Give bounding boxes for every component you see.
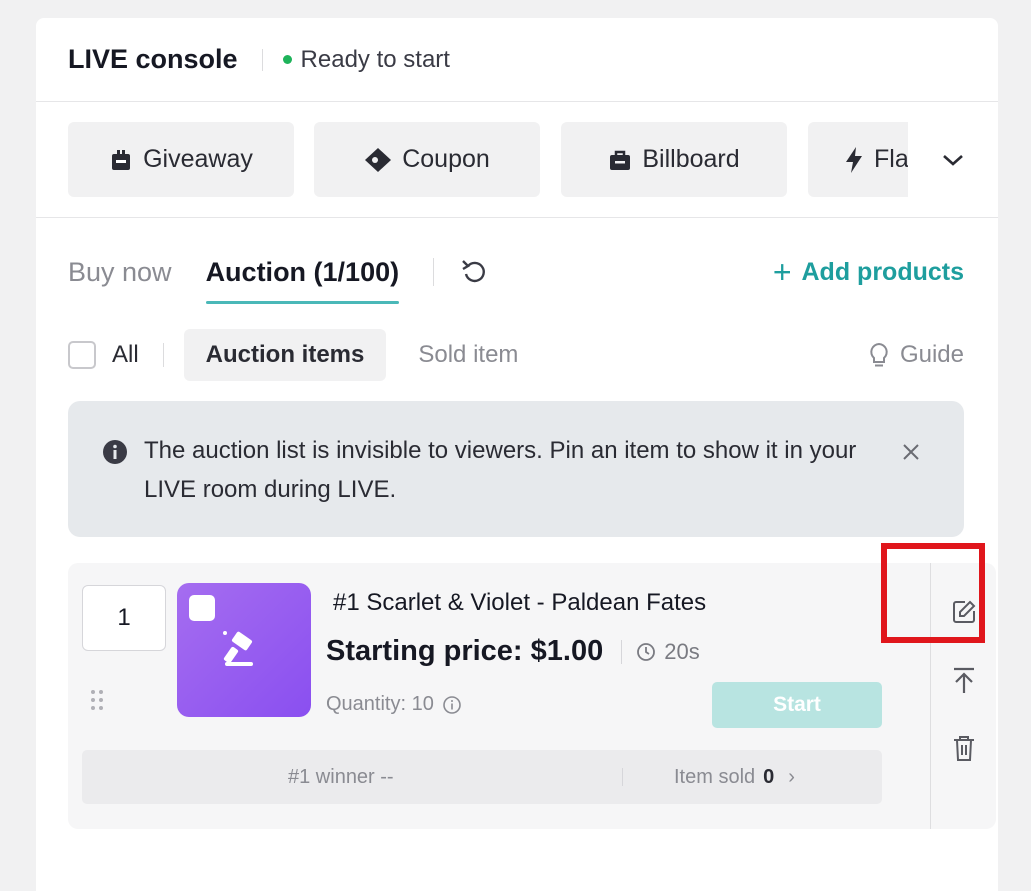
tab-divider — [433, 258, 435, 286]
pin-to-top-button[interactable] — [947, 663, 981, 697]
chevron-down-icon — [943, 154, 963, 166]
filter-divider — [162, 343, 164, 367]
start-auction-button[interactable]: Start — [712, 682, 882, 728]
product-tabs: Buy now Auction (1/100) + Add products — [68, 244, 964, 304]
starting-price: Starting price: $1.00 — [326, 635, 604, 667]
auction-visibility-notice: The auction list is invisible to viewers… — [68, 401, 964, 537]
tab-auction[interactable]: Auction (1/100) — [205, 257, 399, 304]
giveaway-label: Giveaway — [143, 145, 253, 173]
guide-link[interactable]: Guide — [868, 341, 964, 369]
auction-timer: 20s — [636, 638, 700, 665]
price-line: Starting price: $1.00 20s — [326, 635, 700, 668]
lightbulb-icon — [870, 342, 888, 367]
auction-item-card: 1 #1 Scarlet & Violet - Paldean Fates St… — [68, 563, 996, 829]
delete-item-button[interactable] — [947, 731, 981, 765]
item-actions — [930, 563, 996, 829]
tool-bar: Giveaway Coupon Billboard Fla — [36, 102, 998, 218]
price-divider — [621, 639, 623, 664]
coupon-ticket-icon — [365, 147, 392, 172]
filter-sold-item[interactable]: Sold item — [396, 329, 540, 381]
chevron-right-icon: › — [788, 765, 795, 788]
product-title: #1 Scarlet & Violet - Paldean Fates — [333, 589, 707, 616]
billboard-bag-icon — [610, 150, 631, 170]
pin-top-icon — [954, 667, 974, 693]
coupon-label: Coupon — [402, 145, 490, 173]
info-icon — [103, 440, 127, 464]
header-divider — [261, 48, 263, 71]
info-outline-icon[interactable] — [442, 695, 462, 715]
expand-tools-button[interactable] — [908, 102, 998, 217]
status-dot — [282, 55, 292, 64]
console-title: LIVE console — [68, 44, 238, 74]
drag-handle-icon[interactable] — [90, 689, 104, 716]
edit-item-button[interactable] — [947, 595, 981, 629]
item-order-input[interactable]: 1 — [82, 585, 166, 651]
footer-divider — [622, 768, 623, 786]
item-select-checkbox[interactable] — [189, 595, 215, 621]
quantity-text: Quantity: 10 — [326, 693, 434, 715]
status-text: Ready to start — [300, 45, 450, 73]
filter-auction-items[interactable]: Auction items — [183, 329, 387, 381]
plus-icon: + — [772, 254, 792, 290]
add-products-label: Add products — [801, 257, 965, 286]
live-console-panel: LIVE console Ready to start Giveaway Cou… — [36, 18, 998, 891]
select-all-checkbox[interactable] — [68, 341, 96, 369]
billboard-label: Billboard — [642, 145, 740, 173]
edit-icon — [953, 600, 976, 623]
flash-lightning-icon — [846, 146, 862, 173]
tab-buy-now[interactable]: Buy now — [68, 257, 172, 288]
clock-icon — [637, 642, 656, 661]
trash-icon — [954, 736, 974, 761]
guide-label: Guide — [899, 341, 964, 368]
close-notice-button[interactable] — [898, 439, 924, 465]
item-sold-count: 0 — [763, 765, 775, 788]
billboard-button[interactable]: Billboard — [561, 122, 787, 197]
refresh-button[interactable] — [460, 258, 488, 286]
product-thumbnail — [177, 583, 311, 717]
flash-sale-label: Fla — [874, 145, 909, 173]
coupon-button[interactable]: Coupon — [314, 122, 540, 197]
console-header: LIVE console Ready to start — [36, 18, 998, 102]
close-icon — [903, 444, 919, 460]
add-products-button[interactable]: + Add products — [773, 256, 964, 288]
select-all-label: All — [112, 341, 139, 368]
notice-text: The auction list is invisible to viewers… — [144, 437, 857, 503]
timer-value: 20s — [664, 638, 700, 664]
item-footer: #1 winner -- Item sold 0 › — [82, 750, 882, 804]
item-quantity: Quantity: 10 — [326, 693, 462, 716]
auction-gavel-icon — [223, 631, 253, 666]
giveaway-button[interactable]: Giveaway — [68, 122, 294, 197]
gift-icon — [112, 149, 131, 170]
winner-text: #1 winner -- — [288, 765, 394, 788]
item-sold-label: Item sold — [674, 765, 756, 788]
filter-bar: All Auction items Sold item Guide — [68, 329, 964, 381]
item-sold-link[interactable]: Item sold 0 › — [674, 766, 795, 789]
refresh-icon — [462, 260, 486, 283]
